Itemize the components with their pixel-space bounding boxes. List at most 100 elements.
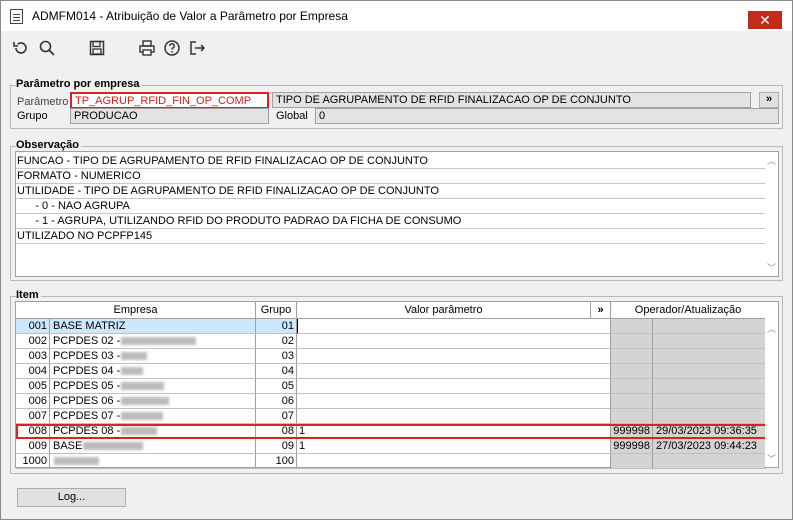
valor-cell[interactable] xyxy=(297,349,611,364)
table-row[interactable]: 001 BASE MATRIZ 01 xyxy=(16,319,766,334)
empresa-name-cell[interactable]: PCPDES 02 - xyxy=(50,334,256,349)
operador-cell[interactable] xyxy=(611,334,653,349)
table-row[interactable]: 008 PCPDES 08 - 08 1 999998 29/03/2023 09:36:… xyxy=(16,424,766,439)
grupo-cell[interactable]: 03 xyxy=(256,349,297,364)
print-icon[interactable] xyxy=(138,39,156,57)
atualizacao-cell[interactable] xyxy=(653,454,766,469)
col-valor-header[interactable]: Valor parâmetro xyxy=(297,302,591,319)
empresa-name-cell[interactable]: PCPDES 08 - xyxy=(50,424,256,439)
valor-cell[interactable] xyxy=(297,319,611,334)
atualizacao-cell[interactable] xyxy=(653,364,766,379)
exit-icon[interactable] xyxy=(188,39,206,57)
empresa-code-cell[interactable]: 006 xyxy=(16,394,50,409)
atualizacao-cell[interactable] xyxy=(653,319,766,334)
table-row[interactable]: 004 PCPDES 04 - 04 xyxy=(16,364,766,379)
valor-cell[interactable] xyxy=(297,409,611,424)
empresa-code-cell[interactable]: 004 xyxy=(16,364,50,379)
empresa-code-cell[interactable]: 005 xyxy=(16,379,50,394)
scroll-up-icon[interactable]: ︿ xyxy=(766,154,777,167)
log-button[interactable]: Log... xyxy=(17,488,126,507)
search-icon[interactable] xyxy=(38,39,56,57)
empresa-code-cell[interactable]: 009 xyxy=(16,439,50,454)
empresa-name-cell[interactable] xyxy=(50,454,256,469)
grupo-cell[interactable]: 05 xyxy=(256,379,297,394)
operador-cell[interactable] xyxy=(611,409,653,424)
obs-text-area[interactable]: FUNCAO - TIPO DE AGRUPAMENTO DE RFID FIN… xyxy=(15,151,779,277)
atualizacao-cell[interactable] xyxy=(653,349,766,364)
atualizacao-cell[interactable] xyxy=(653,334,766,349)
empresa-name-cell[interactable]: BASE xyxy=(50,439,256,454)
grupo-cell[interactable]: 08 xyxy=(256,424,297,439)
valor-cell[interactable] xyxy=(297,454,611,469)
item-grid: Empresa Grupo Valor parâmetro » Operador… xyxy=(15,301,779,469)
grupo-cell[interactable]: 07 xyxy=(256,409,297,424)
valor-cell[interactable] xyxy=(297,379,611,394)
valor-cell[interactable] xyxy=(297,334,611,349)
table-row[interactable]: 007 PCPDES 07 - 07 xyxy=(16,409,766,424)
col-empresa-header[interactable]: Empresa xyxy=(16,302,256,319)
operador-cell[interactable] xyxy=(611,394,653,409)
atualizacao-cell[interactable] xyxy=(653,409,766,424)
atualizacao-cell[interactable]: 27/03/2023 09:44:23 xyxy=(653,439,766,454)
refresh-icon[interactable] xyxy=(12,39,30,57)
grupo-cell[interactable]: 100 xyxy=(256,454,297,469)
empresa-name-cell[interactable]: PCPDES 07 - xyxy=(50,409,256,424)
empresa-name: PCPDES 02 - xyxy=(53,335,121,347)
atualizacao-cell[interactable]: 29/03/2023 09:36:35 xyxy=(653,424,766,439)
obs-line: - 1 - AGRUPA, UTILIZANDO RFID DO PRODUTO… xyxy=(16,214,766,229)
empresa-code-cell[interactable]: 007 xyxy=(16,409,50,424)
save-icon[interactable] xyxy=(88,39,106,57)
valor-cell[interactable] xyxy=(297,394,611,409)
empresa-code-cell[interactable]: 003 xyxy=(16,349,50,364)
grupo-cell[interactable]: 06 xyxy=(256,394,297,409)
empresa-name-cell[interactable]: BASE MATRIZ xyxy=(50,319,256,334)
operador-cell[interactable]: 999998 xyxy=(611,439,653,454)
item-scrollbar[interactable]: ︿ ﹀ xyxy=(765,302,778,467)
empresa-name-cell[interactable]: PCPDES 04 - xyxy=(50,364,256,379)
atualizacao-cell[interactable] xyxy=(653,379,766,394)
operador-cell[interactable] xyxy=(611,379,653,394)
scroll-up-icon[interactable]: ︿ xyxy=(766,322,777,335)
empresa-code-cell[interactable]: 001 xyxy=(16,319,50,334)
parametro-field[interactable]: TP_AGRUP_RFID_FIN_OP_COMP xyxy=(70,92,269,109)
empresa-code-cell[interactable]: 1000 xyxy=(16,454,50,469)
table-row[interactable]: 003 PCPDES 03 - 03 xyxy=(16,349,766,364)
obs-scrollbar[interactable]: ︿ ﹀ xyxy=(765,152,778,276)
atualizacao-cell[interactable] xyxy=(653,394,766,409)
table-row[interactable]: 002 PCPDES 02 - 02 xyxy=(16,334,766,349)
table-row[interactable]: 1000 100 xyxy=(16,454,766,469)
parametro-label: Parâmetro xyxy=(17,96,69,108)
redacted-text xyxy=(121,337,197,346)
operador-cell[interactable] xyxy=(611,349,653,364)
grupo-cell[interactable]: 04 xyxy=(256,364,297,379)
empresa-code-cell[interactable]: 002 xyxy=(16,334,50,349)
obs-legend: Observação xyxy=(16,139,81,151)
main-window: ADMFM014 - Atribuição de Valor a Parâmet… xyxy=(0,0,793,520)
grupo-cell[interactable]: 02 xyxy=(256,334,297,349)
scroll-down-icon[interactable]: ﹀ xyxy=(766,261,777,274)
close-button[interactable]: ✕ xyxy=(748,11,782,29)
col-valor-more-button[interactable]: » xyxy=(591,302,611,319)
scroll-down-icon[interactable]: ﹀ xyxy=(766,452,777,465)
valor-cell[interactable]: 1 xyxy=(297,424,611,439)
table-row[interactable]: 005 PCPDES 05 - 05 xyxy=(16,379,766,394)
table-row[interactable]: 009 BASE 09 1 999998 27/03/2023 09:44:23 xyxy=(16,439,766,454)
grupo-cell[interactable]: 09 xyxy=(256,439,297,454)
table-row[interactable]: 006 PCPDES 06 - 06 xyxy=(16,394,766,409)
empresa-name-cell[interactable]: PCPDES 06 - xyxy=(50,394,256,409)
empresa-name-cell[interactable]: PCPDES 05 - xyxy=(50,379,256,394)
title-bar: ADMFM014 - Atribuição de Valor a Parâmet… xyxy=(1,1,792,31)
empresa-name-cell[interactable]: PCPDES 03 - xyxy=(50,349,256,364)
valor-cell[interactable]: 1 xyxy=(297,439,611,454)
empresa-code-cell[interactable]: 008 xyxy=(16,424,50,439)
col-grupo-header[interactable]: Grupo xyxy=(256,302,297,319)
operador-cell[interactable] xyxy=(611,454,653,469)
valor-cell[interactable] xyxy=(297,364,611,379)
parametro-more-button[interactable]: » xyxy=(759,92,779,108)
col-operador-header[interactable]: Operador/Atualização xyxy=(611,302,766,319)
operador-cell[interactable] xyxy=(611,319,653,334)
operador-cell[interactable]: 999998 xyxy=(611,424,653,439)
help-icon[interactable] xyxy=(163,39,181,57)
grupo-cell[interactable]: 01 xyxy=(256,319,297,334)
operador-cell[interactable] xyxy=(611,364,653,379)
